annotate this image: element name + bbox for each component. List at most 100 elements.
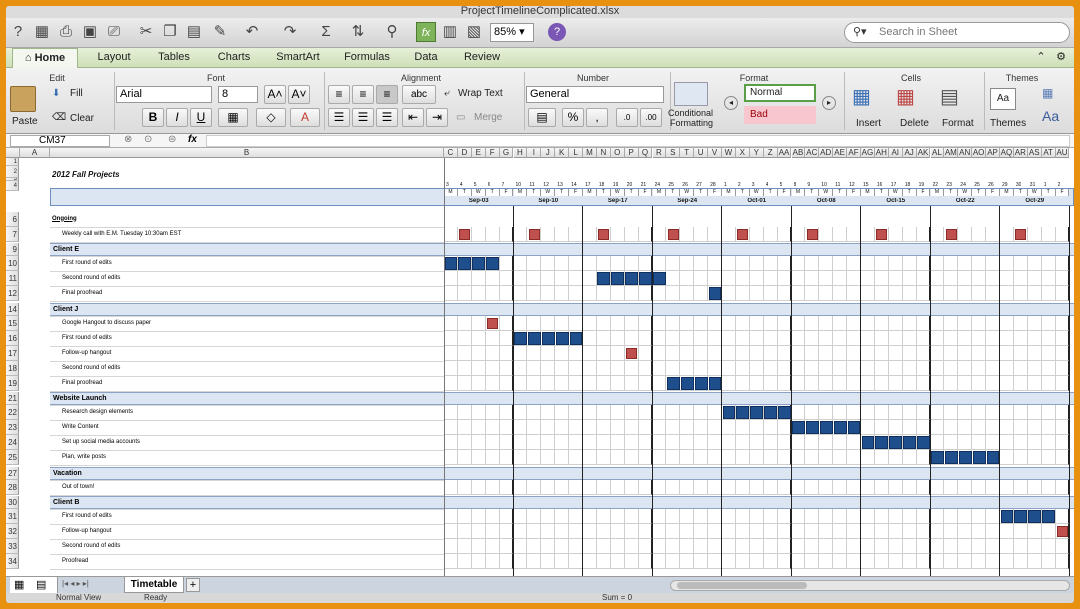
grid-cell[interactable] [666,554,681,569]
grid-cell[interactable] [735,479,750,495]
grid-cell[interactable] [471,345,486,361]
grid-cell[interactable] [541,509,556,524]
grid-cell[interactable] [527,345,542,361]
grid-cell[interactable] [471,554,486,569]
grid-cell[interactable] [666,479,681,495]
grid-cell[interactable] [471,330,486,346]
grid-cell[interactable] [527,271,542,286]
grid-cell[interactable] [513,554,528,569]
grid-cell[interactable] [1027,405,1042,420]
grid-cell[interactable] [555,271,570,286]
grid-cell[interactable] [722,271,736,286]
grid-cell[interactable] [722,450,736,465]
grid-cell[interactable] [694,345,709,361]
grid-cell[interactable] [972,479,987,495]
grid-cell[interactable] [638,539,653,554]
grid-cell[interactable] [596,360,611,376]
grid-cell[interactable] [805,375,820,391]
grid-cell[interactable] [847,330,861,346]
grid-cell[interactable] [1027,375,1042,391]
grid-cell[interactable] [624,405,639,420]
grid-cell[interactable] [610,226,625,242]
row-header[interactable]: 2 [6,166,19,178]
align-bottom-icon[interactable]: ≡ [376,85,398,104]
grid-cell[interactable] [735,256,750,271]
grid-cell[interactable] [555,315,570,331]
wrap-text-button[interactable]: Wrap Text [458,88,503,99]
grid-cell[interactable] [958,539,973,554]
grid-cell[interactable] [694,554,709,569]
grid-cell[interactable] [861,479,875,495]
grid-cell[interactable] [805,435,820,450]
grid-cell[interactable] [513,360,528,376]
grid-cell[interactable] [485,405,500,420]
column-header-a[interactable]: A [20,148,50,158]
grid-cell[interactable] [847,226,861,242]
grid-cell[interactable] [708,435,722,450]
grid-cell[interactable] [444,330,458,346]
format-painter-icon[interactable]: ✎ [210,22,230,42]
grid-cell[interactable] [638,435,653,450]
grid-cell[interactable] [457,539,472,554]
grid-cell[interactable] [708,420,722,435]
grid-cell[interactable] [847,286,861,301]
grid-cell[interactable] [916,524,931,539]
grid-cell[interactable] [444,554,458,569]
grid-cell[interactable] [847,256,861,271]
format-cells-icon[interactable]: ▤ [940,84,959,109]
grid-cell[interactable] [1000,479,1014,495]
grid-cell[interactable] [861,271,875,286]
column-header[interactable]: I [527,148,542,158]
grid-cell[interactable] [958,345,973,361]
grid-cell[interactable] [541,524,556,539]
grid-cell[interactable] [1013,345,1028,361]
grid-cell[interactable] [569,345,583,361]
grid-cell[interactable] [680,479,695,495]
grid-cell[interactable] [805,554,820,569]
grid-cell[interactable] [1041,315,1056,331]
grid-cell[interactable] [708,271,722,286]
grid-cell[interactable] [805,256,820,271]
grid-cell[interactable] [652,509,667,524]
grid-cell[interactable] [680,554,695,569]
grid-cell[interactable] [680,330,695,346]
grid-cell[interactable] [930,226,945,242]
grid-cell[interactable] [499,315,514,331]
clear-button[interactable]: Clear [70,113,94,124]
increase-decimal-icon[interactable]: .0 [616,108,638,127]
grid-cell[interactable] [457,271,472,286]
grid-cell[interactable] [1027,539,1042,554]
save-icon[interactable]: ▣ [80,22,100,42]
grid-cell[interactable] [527,405,542,420]
grid-cell[interactable] [527,256,542,271]
grid-cell[interactable] [833,554,848,569]
grid-cell[interactable] [1013,315,1028,331]
grid-cell[interactable] [485,330,500,346]
grid-cell[interactable] [930,509,945,524]
row-header[interactable]: 31 [6,509,19,524]
grid-cell[interactable] [805,330,820,346]
grid-cell[interactable] [791,405,806,420]
copy-icon[interactable]: ❐ [160,22,180,42]
grid-cell[interactable] [1013,375,1028,391]
grid-cell[interactable] [722,315,736,331]
format-button[interactable]: Format [942,118,974,129]
grid-cell[interactable] [541,405,556,420]
grid-cell[interactable] [541,479,556,495]
grid-cell[interactable] [457,450,472,465]
grid-cell[interactable] [1000,405,1014,420]
grid-cell[interactable] [749,450,764,465]
grid-cell[interactable] [485,479,500,495]
grid-cell[interactable] [958,554,973,569]
grid-cell[interactable] [749,315,764,331]
grid-cell[interactable] [444,226,458,242]
style-bad[interactable]: Bad [744,106,816,124]
formula-input[interactable] [206,135,1070,147]
tab-review[interactable]: Review [450,48,514,68]
row-header[interactable]: 27 [6,466,19,480]
grid-cell[interactable] [596,330,611,346]
grid-cell[interactable] [1000,271,1014,286]
grid-cell[interactable] [610,330,625,346]
row-header[interactable]: 25 [6,450,19,465]
grid-cell[interactable] [583,539,597,554]
